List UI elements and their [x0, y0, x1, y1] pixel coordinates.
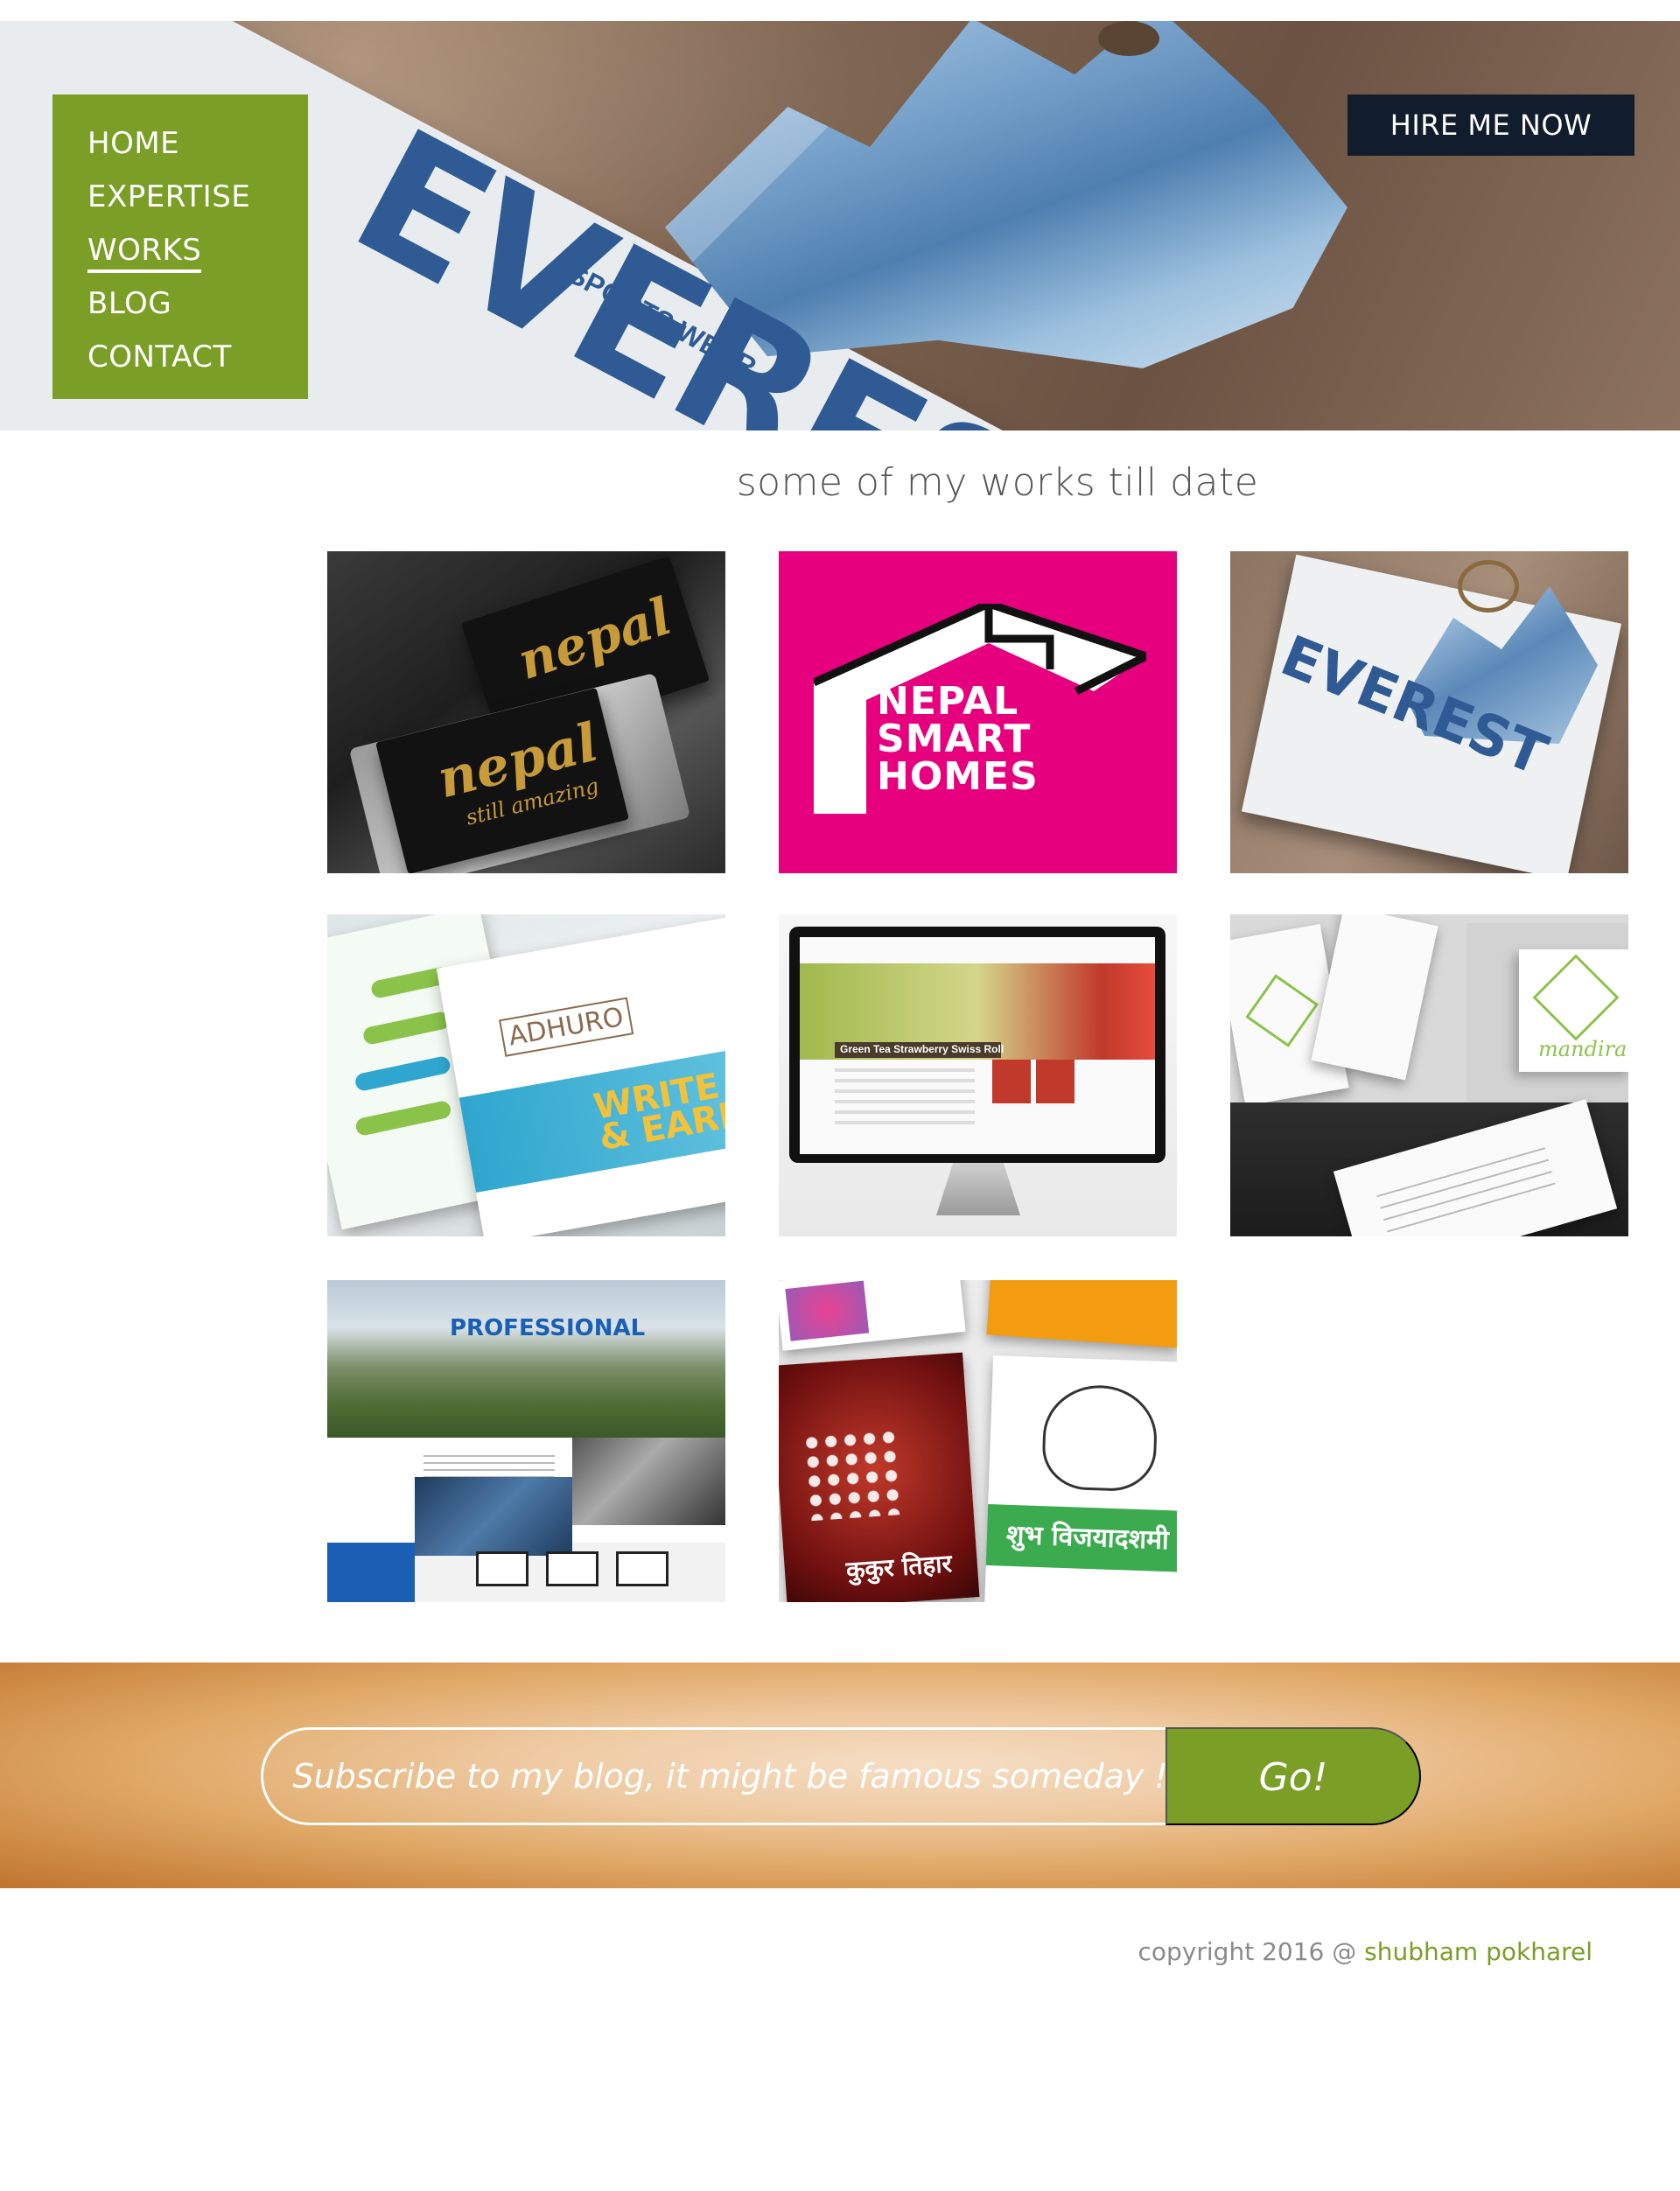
- subscribe-form: Subscribe to my blog, it might be famous…: [261, 1727, 1421, 1825]
- tag-string: [1458, 560, 1519, 612]
- hang-tag: [1311, 914, 1438, 1081]
- work-tile-everest[interactable]: EVEREST: [1230, 551, 1628, 873]
- website-landscape-banner: [327, 1280, 725, 1438]
- monitor-stand: [936, 1163, 1020, 1215]
- website-blue-block: [327, 1543, 415, 1602]
- work-tile-festival[interactable]: कुकुर तिहार शुभ विजयादशमी: [779, 1280, 1177, 1602]
- shopping-bag: mandira: [1519, 949, 1628, 1072]
- website-text-lines: [835, 1068, 975, 1130]
- nav-item-label: CONTACT: [88, 340, 232, 374]
- work-tile-professional[interactable]: PROFESSIONAL: [327, 1280, 725, 1602]
- lotus-icon: [1245, 974, 1319, 1047]
- nav-item-label: EXPERTISE: [88, 179, 251, 214]
- nav-item-label: BLOG: [88, 286, 172, 321]
- work-tile-nepal-cards[interactable]: nepal nepal still amazing: [327, 551, 725, 873]
- vijayadashami-text: शुभ विजयादशमी: [985, 1503, 1177, 1572]
- nav-item-contact[interactable]: CONTACT: [88, 331, 308, 384]
- hero-tag-hole: [1098, 21, 1159, 56]
- copyright-text: copyright 2016 @: [1138, 1937, 1365, 1966]
- hero-banner: EVEREST SPORTS WEAR HOME EXPERTISE WORKS…: [0, 21, 1680, 430]
- handwritten-lines: [1376, 1147, 1558, 1236]
- smart-homes-wordmark: NEPAL SMART HOMES: [877, 679, 1039, 799]
- website-recipe-title: Green Tea Strawberry Swiss Roll: [840, 1043, 1004, 1055]
- lotus-icon: [1532, 954, 1620, 1041]
- work-tile-smart-homes[interactable]: NEPAL SMART HOMES: [779, 551, 1177, 873]
- business-card: nepal still amazing: [375, 687, 629, 873]
- works-section-title: some of my works till date: [736, 460, 1259, 505]
- website-circuit-image: [415, 1477, 572, 1556]
- work-tile-green-tea[interactable]: Green Tea Strawberry Swiss Roll: [779, 914, 1177, 1236]
- post-card: कुकुर तिहार: [779, 1352, 980, 1602]
- main-nav: HOME EXPERTISE WORKS BLOG CONTACT: [52, 94, 308, 399]
- subscribe-email-input[interactable]: Subscribe to my blog, it might be famous…: [261, 1727, 1171, 1825]
- brochure-pill: [354, 1099, 452, 1138]
- work-tile-adhuro[interactable]: ADHURO WRITE & EARN: [327, 914, 725, 1236]
- brochure-pill: [354, 1054, 452, 1093]
- author-name[interactable]: shubham pokharel: [1364, 1937, 1592, 1966]
- nav-item-expertise[interactable]: EXPERTISE: [88, 171, 308, 224]
- brochure-pill: [361, 1010, 452, 1046]
- chart-icon: [476, 1551, 528, 1586]
- hire-me-button[interactable]: HIRE ME NOW: [1348, 94, 1634, 156]
- post-card: [986, 1280, 1177, 1348]
- nav-item-label: HOME: [88, 126, 180, 161]
- paw-heart-graphic: [802, 1427, 904, 1522]
- pie-chart-icon: [546, 1551, 598, 1586]
- post-card: शुभ विजयादशमी: [984, 1355, 1177, 1602]
- mandira-wordmark: mandira: [1538, 1037, 1628, 1061]
- footer-copyright: copyright 2016 @ shubham pokharel: [1138, 1937, 1592, 1966]
- website-headline: PROFESSIONAL: [450, 1315, 646, 1341]
- adhuro-logo: ADHURO: [499, 997, 634, 1057]
- nav-item-works[interactable]: WORKS: [88, 224, 308, 277]
- subscribe-go-button[interactable]: Go!: [1166, 1727, 1421, 1825]
- monitor-screen: Green Tea Strawberry Swiss Roll: [800, 937, 1155, 1154]
- face-illustration: [1040, 1383, 1158, 1493]
- post-card: [779, 1280, 966, 1351]
- chart-icon: [616, 1551, 668, 1586]
- website-red-block: [1036, 1060, 1074, 1103]
- smart-homes-line: NEPAL: [877, 679, 1019, 724]
- lotus-art: [785, 1280, 870, 1341]
- smart-homes-line: SMART: [877, 717, 1032, 761]
- subscribe-section: Subscribe to my blog, it might be famous…: [0, 1662, 1680, 1888]
- brochure-cover: ADHURO WRITE & EARN: [436, 916, 725, 1236]
- nav-item-blog[interactable]: BLOG: [88, 277, 308, 331]
- smart-homes-line: HOMES: [877, 754, 1039, 799]
- work-tile-mandira[interactable]: mandira: [1230, 914, 1628, 1236]
- website-office-photo: [572, 1438, 725, 1525]
- nav-item-label: WORKS: [88, 233, 202, 273]
- website-red-block: [992, 1060, 1031, 1103]
- nav-item-home[interactable]: HOME: [88, 117, 308, 171]
